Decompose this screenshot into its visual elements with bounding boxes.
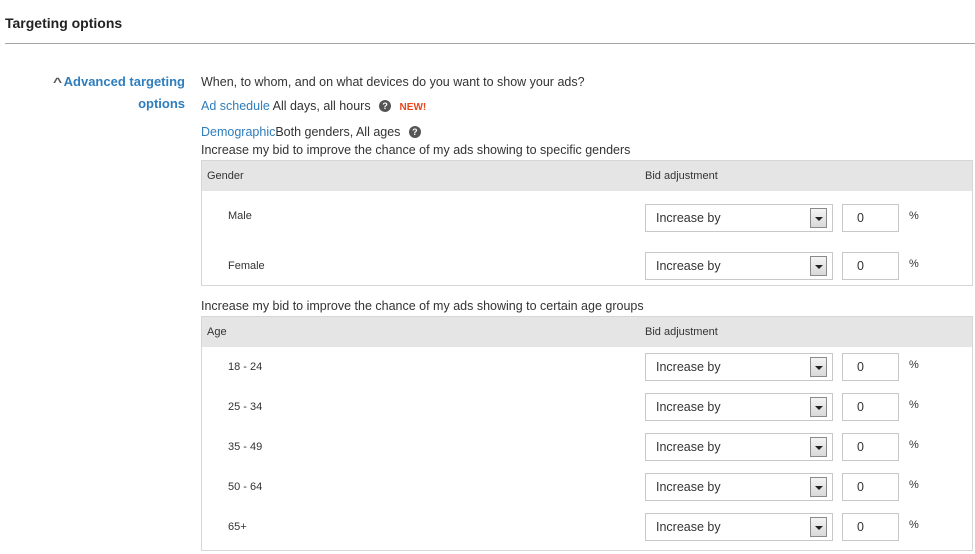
row-label: 50 - 64 bbox=[228, 481, 263, 493]
adjustment-dropdown[interactable]: Increase by bbox=[645, 513, 833, 541]
percent-unit: % bbox=[909, 399, 919, 411]
demographic-link[interactable]: Demographic bbox=[201, 125, 275, 139]
dropdown-value: Increase by bbox=[656, 480, 721, 494]
percent-unit: % bbox=[909, 479, 919, 491]
percent-unit: % bbox=[909, 439, 919, 451]
dropdown-arrow-icon[interactable] bbox=[810, 208, 827, 228]
question-circle-icon[interactable]: ? bbox=[379, 99, 392, 112]
adjustment-dropdown[interactable]: Increase by bbox=[645, 252, 833, 280]
percent-unit: % bbox=[909, 519, 919, 531]
table-row: 25 - 34 Increase by % bbox=[202, 387, 972, 427]
ad-schedule-line: Ad schedule All days, all hours ? NEW! bbox=[201, 98, 975, 116]
adjustment-percent-input[interactable] bbox=[842, 513, 899, 541]
column-header-gender: Gender bbox=[207, 170, 244, 182]
adjustment-percent-input[interactable] bbox=[842, 204, 899, 232]
percent-unit: % bbox=[909, 258, 919, 270]
advanced-targeting-label-1: Advanced targeting bbox=[63, 74, 185, 89]
ad-schedule-link[interactable]: Ad schedule bbox=[201, 99, 270, 113]
adjustment-percent-input[interactable] bbox=[842, 473, 899, 501]
gender-table-header: Gender Bid adjustment bbox=[202, 161, 972, 191]
ad-schedule-value: All days, all hours bbox=[272, 99, 371, 113]
adjustment-dropdown[interactable]: Increase by bbox=[645, 433, 833, 461]
dropdown-value: Increase by bbox=[656, 259, 721, 273]
dropdown-arrow-icon[interactable] bbox=[810, 256, 827, 276]
dropdown-value: Increase by bbox=[656, 211, 721, 225]
dropdown-arrow-icon[interactable] bbox=[810, 437, 827, 457]
adjustment-percent-input[interactable] bbox=[842, 393, 899, 421]
table-row: 65+ Increase by % bbox=[202, 507, 972, 550]
question-circle-icon[interactable]: ? bbox=[408, 125, 421, 138]
adjustment-dropdown[interactable]: Increase by bbox=[645, 204, 833, 232]
dropdown-value: Increase by bbox=[656, 360, 721, 374]
advanced-targeting-toggle[interactable]: ^ Advanced targeting options bbox=[40, 71, 185, 115]
table-row: 50 - 64 Increase by % bbox=[202, 467, 972, 507]
percent-unit: % bbox=[909, 359, 919, 371]
row-label: 25 - 34 bbox=[228, 401, 263, 413]
age-table-header: Age Bid adjustment bbox=[202, 317, 972, 347]
dropdown-value: Increase by bbox=[656, 520, 721, 534]
percent-unit: % bbox=[909, 210, 919, 222]
section-divider bbox=[5, 43, 975, 44]
section-title: Targeting options bbox=[5, 15, 123, 31]
adjustment-dropdown[interactable]: Increase by bbox=[645, 353, 833, 381]
advanced-targeting-label-2: options bbox=[138, 96, 185, 111]
adjustment-dropdown[interactable]: Increase by bbox=[645, 393, 833, 421]
adjustment-percent-input[interactable] bbox=[842, 353, 899, 381]
column-header-bid-adjustment: Bid adjustment bbox=[645, 326, 718, 338]
dropdown-arrow-icon[interactable] bbox=[810, 477, 827, 497]
adjustment-percent-input[interactable] bbox=[842, 433, 899, 461]
advanced-targeting-panel: When, to whom, and on what devices do yo… bbox=[201, 71, 975, 551]
row-label: 35 - 49 bbox=[228, 441, 263, 453]
dropdown-arrow-icon[interactable] bbox=[810, 357, 827, 377]
row-label: 65+ bbox=[228, 521, 247, 533]
dropdown-value: Increase by bbox=[656, 400, 721, 414]
dropdown-arrow-icon[interactable] bbox=[810, 517, 827, 537]
age-bid-table: Age Bid adjustment 18 - 24 Increase by %… bbox=[201, 316, 973, 551]
age-description: Increase my bid to improve the chance of… bbox=[201, 299, 644, 313]
dropdown-arrow-icon[interactable] bbox=[810, 397, 827, 417]
adjustment-dropdown[interactable]: Increase by bbox=[645, 473, 833, 501]
chevron-up-icon: ^ bbox=[52, 75, 62, 89]
gender-bid-table: Gender Bid adjustment Male Increase by %… bbox=[201, 160, 973, 286]
column-header-age: Age bbox=[207, 326, 227, 338]
table-row: 35 - 49 Increase by % bbox=[202, 427, 972, 467]
table-row: 18 - 24 Increase by % bbox=[202, 347, 972, 387]
column-header-bid-adjustment: Bid adjustment bbox=[645, 170, 718, 182]
row-label: Male bbox=[228, 210, 252, 222]
row-label: Female bbox=[228, 260, 265, 272]
demographic-value: Both genders, All ages bbox=[275, 125, 401, 139]
demographic-line: DemographicBoth genders, All ages ? bbox=[201, 124, 975, 140]
table-row: Male Increase by % bbox=[202, 193, 972, 243]
table-row: Female Increase by % bbox=[202, 243, 972, 285]
new-badge: NEW! bbox=[399, 102, 427, 113]
row-label: 18 - 24 bbox=[228, 361, 263, 373]
intro-text: When, to whom, and on what devices do yo… bbox=[201, 75, 585, 89]
dropdown-value: Increase by bbox=[656, 440, 721, 454]
adjustment-percent-input[interactable] bbox=[842, 252, 899, 280]
gender-description: Increase my bid to improve the chance of… bbox=[201, 143, 631, 157]
